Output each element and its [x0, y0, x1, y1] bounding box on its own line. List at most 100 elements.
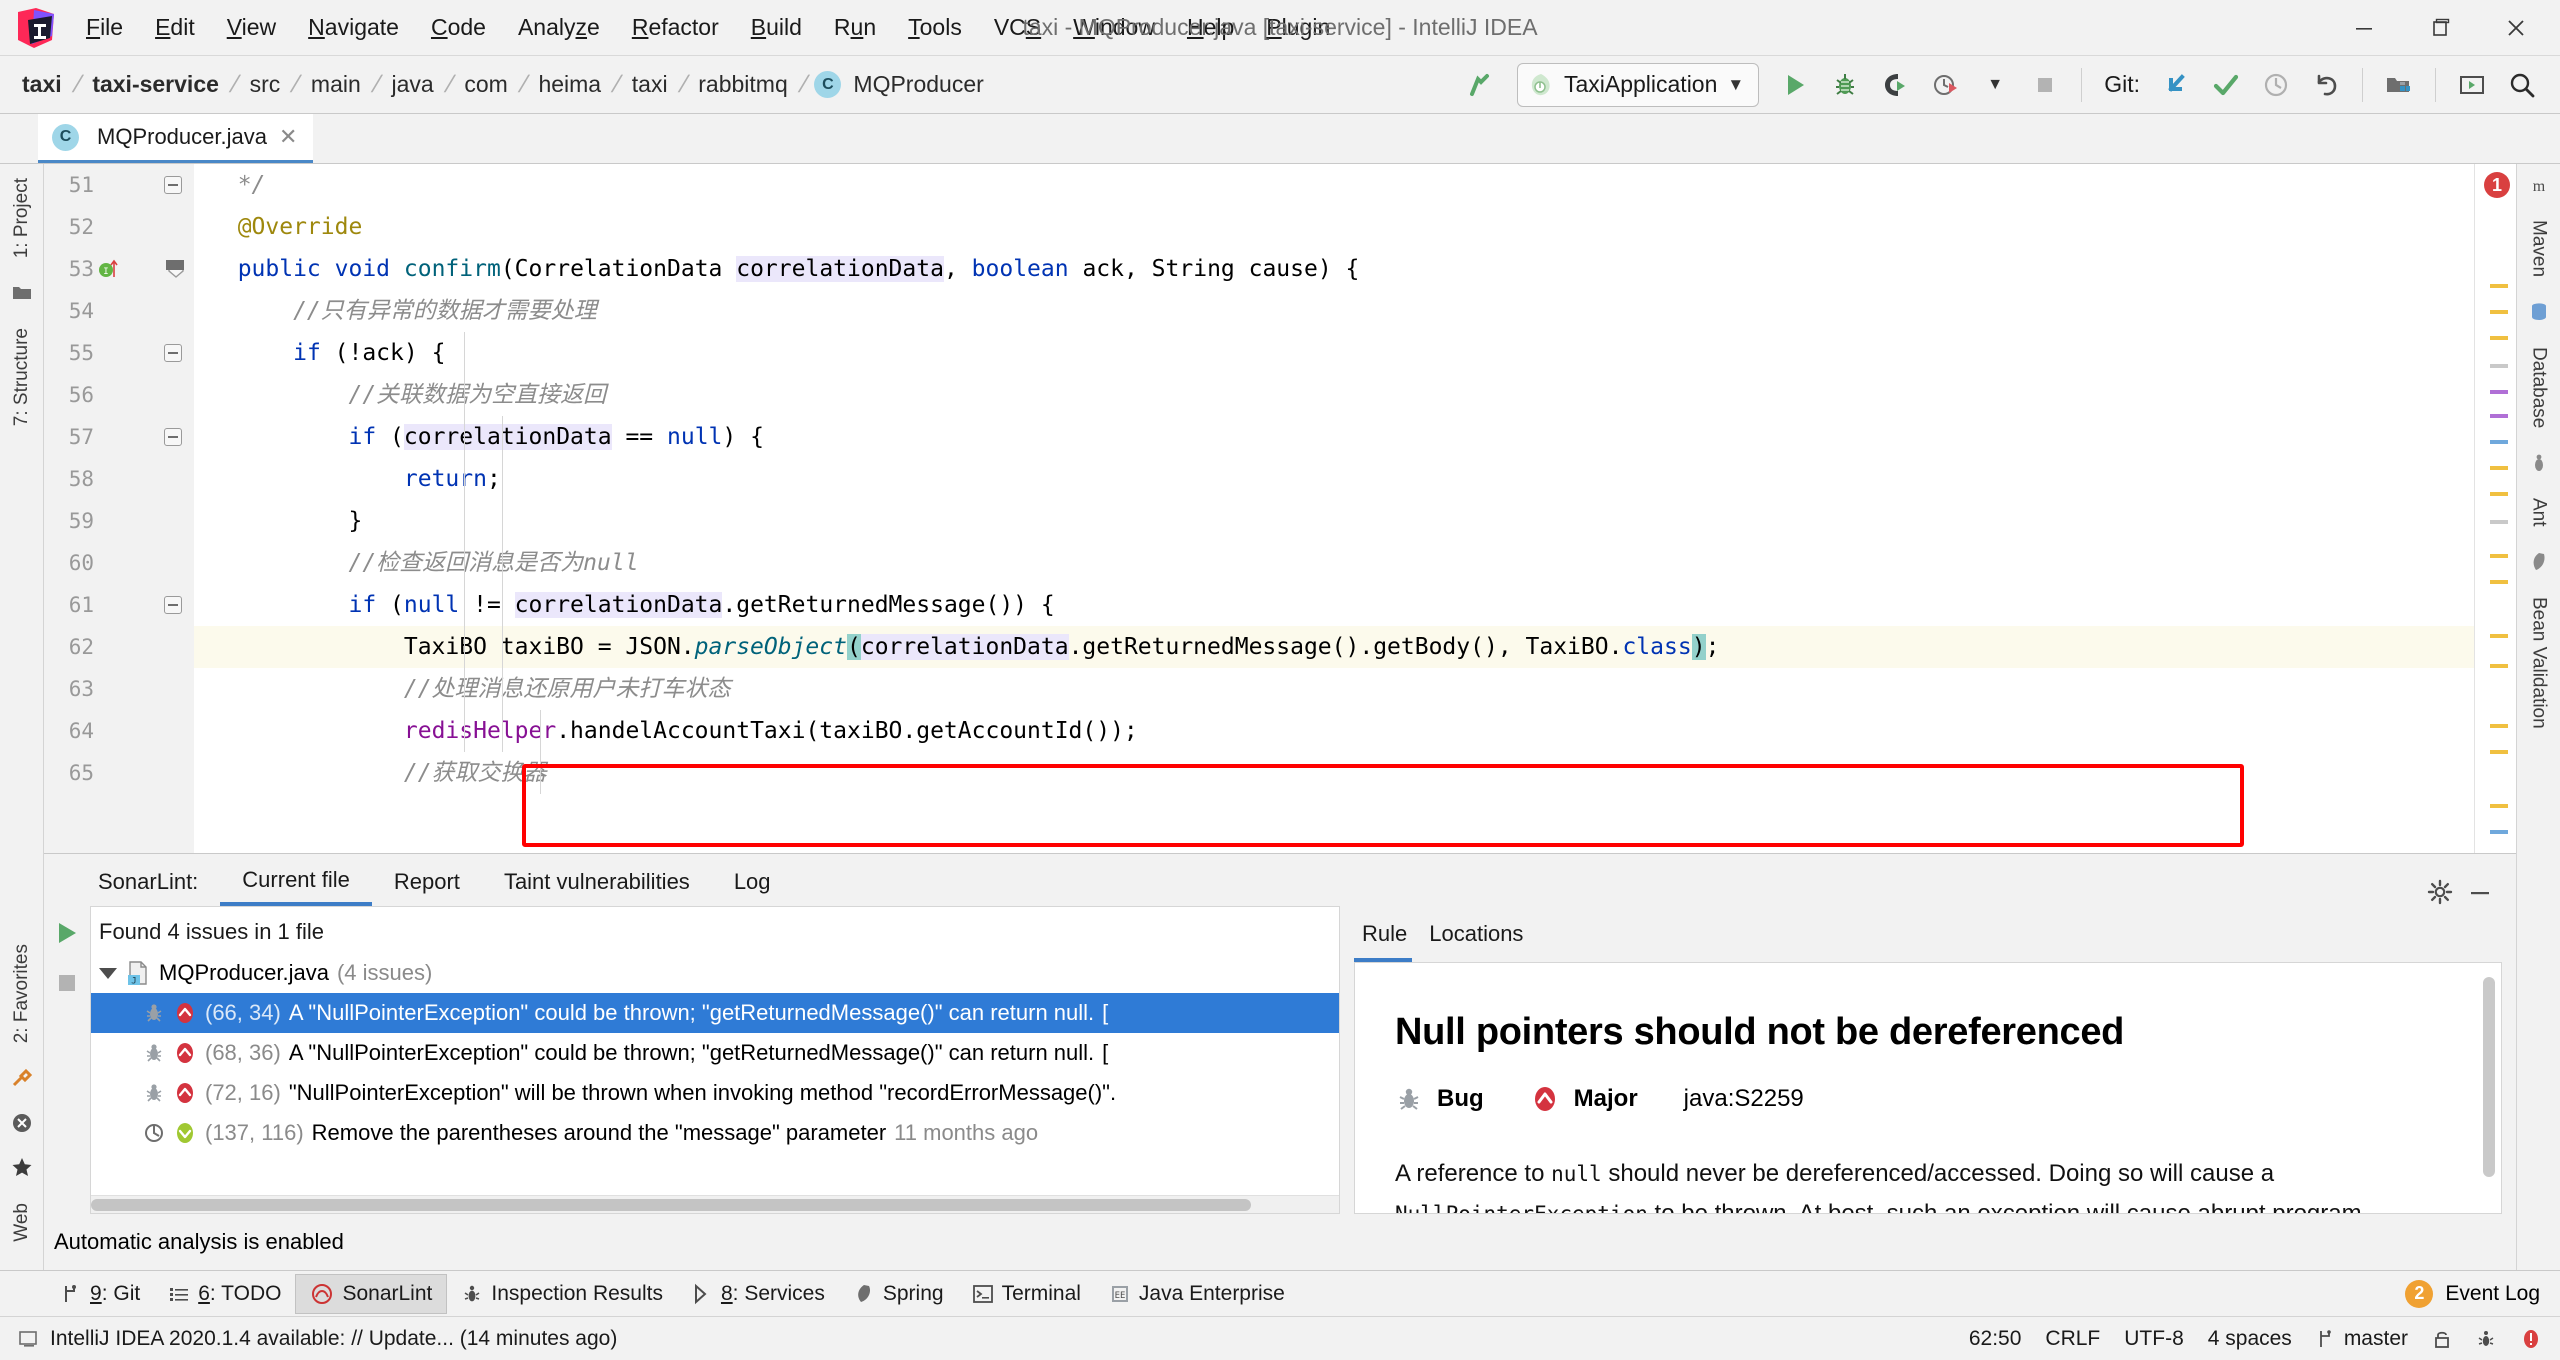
run-analysis-icon[interactable]: [54, 920, 80, 946]
git-update-project-icon[interactable]: [2152, 61, 2200, 109]
sidebar-item-bean-validation[interactable]: Bean Validation: [2528, 583, 2550, 743]
issue-row-2[interactable]: (68, 36) A "NullPointerException" could …: [91, 1033, 1339, 1073]
issue-list-pane[interactable]: Found 4 issues in 1 file J: [90, 906, 1340, 1214]
profile-dropdown-icon[interactable]: ▼: [1971, 61, 2019, 109]
event-log-label[interactable]: Event Log: [2445, 1282, 2540, 1306]
menu-file[interactable]: FFileile: [70, 8, 139, 47]
close-button[interactable]: [2478, 0, 2554, 56]
sidebar-item-ant[interactable]: Ant: [2528, 484, 2550, 541]
fold-marker[interactable]: [164, 176, 182, 194]
chevron-down-icon[interactable]: ▼: [1727, 75, 1744, 95]
close-icon[interactable]: ✕: [277, 124, 299, 150]
minimize-button[interactable]: [2326, 0, 2402, 56]
terminal-icon[interactable]: [2448, 61, 2496, 109]
sidebar-item-favorites[interactable]: 2: Favorites: [11, 930, 33, 1057]
tool-window-terminal[interactable]: Terminal: [958, 1274, 1095, 1314]
run-with-coverage-button[interactable]: [1871, 61, 1919, 109]
tab-log[interactable]: Log: [712, 858, 793, 906]
chevron-down-icon[interactable]: [99, 968, 117, 979]
git-commit-icon[interactable]: [2202, 61, 2250, 109]
tab-report[interactable]: Report: [372, 858, 482, 906]
fold-marker[interactable]: [164, 596, 182, 614]
breadcrumb-item-taxi-pkg[interactable]: taxi: [628, 69, 672, 100]
tab-locations[interactable]: Locations: [1429, 921, 1523, 947]
issue-list-hscrollbar[interactable]: [91, 1195, 1339, 1213]
menu-window[interactable]: Window: [1057, 8, 1171, 47]
profile-button[interactable]: [1921, 61, 1969, 109]
tool-window-sonarlint[interactable]: SonarLint: [295, 1274, 447, 1314]
editor-gutter[interactable]: 51 52 53 I: [44, 164, 194, 853]
issue-file-node[interactable]: J MQProducer.java (4 issues): [91, 953, 1339, 993]
file-encoding[interactable]: UTF-8: [2124, 1327, 2184, 1351]
menu-help[interactable]: Help: [1171, 8, 1250, 47]
tool-window-spring[interactable]: Spring: [839, 1274, 958, 1314]
maximize-button[interactable]: [2402, 0, 2478, 56]
menu-view[interactable]: View: [211, 8, 292, 47]
sidebar-item-database[interactable]: Database: [2528, 333, 2550, 442]
code-text-area[interactable]: */ @Override public void confirm(Correla…: [194, 164, 2474, 853]
sidebar-item-maven[interactable]: Maven: [2528, 206, 2550, 291]
menu-analyze[interactable]: Analyze: [502, 8, 616, 47]
issue-tree[interactable]: Found 4 issues in 1 file J: [91, 907, 1339, 1195]
build-tools-icon[interactable]: [10, 1067, 34, 1091]
tool-window-services[interactable]: 8: Services: [677, 1274, 839, 1314]
breadcrumb-item-main[interactable]: main: [307, 69, 365, 100]
rule-content[interactable]: Null pointers should not be dereferenced: [1354, 962, 2502, 1214]
build-project-icon[interactable]: [1457, 61, 1505, 109]
minimize-icon[interactable]: [2466, 878, 2494, 906]
stop-button[interactable]: [2021, 61, 2069, 109]
run-configuration-selector[interactable]: TaxiApplication ▼: [1517, 63, 1759, 107]
menu-build[interactable]: Build: [735, 8, 818, 47]
git-branch-widget[interactable]: master: [2316, 1327, 2408, 1351]
status-message[interactable]: IntelliJ IDEA 2020.1.4 available: // Upd…: [50, 1327, 617, 1351]
run-button[interactable]: [1771, 61, 1819, 109]
menu-run[interactable]: Run: [818, 8, 892, 47]
tab-taint-vulnerabilities[interactable]: Taint vulnerabilities: [482, 858, 712, 906]
search-everywhere-icon[interactable]: [2498, 61, 2546, 109]
issue-row-4[interactable]: (137, 116) Remove the parentheses around…: [91, 1113, 1339, 1153]
sidebar-item-structure[interactable]: 7: Structure: [11, 314, 33, 440]
scrollbar-thumb[interactable]: [91, 1199, 1251, 1211]
cancel-icon[interactable]: [10, 1111, 34, 1135]
fold-marker[interactable]: [164, 428, 182, 446]
issue-row-1[interactable]: (66, 34) A "NullPointerException" could …: [91, 993, 1339, 1033]
lock-icon[interactable]: [2432, 1328, 2452, 1350]
editor-tab-mqproducer[interactable]: C MQProducer.java ✕: [38, 114, 313, 163]
code-editor[interactable]: 51 52 53 I: [44, 164, 2516, 854]
rule-scrollbar-thumb[interactable]: [2483, 977, 2495, 1177]
favorites-star-icon[interactable]: [10, 1155, 34, 1179]
tool-window-todo[interactable]: 6: TODO: [154, 1274, 295, 1314]
tab-rule[interactable]: Rule: [1362, 921, 1407, 947]
git-history-icon[interactable]: [2252, 61, 2300, 109]
breadcrumb-item-com[interactable]: com: [460, 69, 511, 100]
breadcrumb-item-src[interactable]: src: [246, 69, 285, 100]
debug-button[interactable]: [1821, 61, 1869, 109]
indent-setting[interactable]: 4 spaces: [2208, 1327, 2292, 1351]
tool-window-inspection-results[interactable]: Inspection Results: [447, 1274, 677, 1314]
menu-code[interactable]: Code: [415, 8, 502, 47]
sidebar-item-web[interactable]: Web: [11, 1189, 33, 1256]
menu-tools[interactable]: Tools: [892, 8, 978, 47]
project-structure-icon[interactable]: [2375, 61, 2423, 109]
line-separator[interactable]: CRLF: [2045, 1327, 2100, 1351]
tab-current-file[interactable]: Current file: [220, 858, 372, 906]
inspections-icon[interactable]: [2476, 1328, 2496, 1350]
menu-plugin[interactable]: Plugin: [1250, 8, 1346, 47]
tool-window-git[interactable]: 9: Git: [46, 1274, 154, 1314]
error-icon[interactable]: [2520, 1328, 2542, 1350]
breadcrumb-item-mqproducer[interactable]: MQProducer: [849, 69, 987, 100]
stop-analysis-icon[interactable]: [54, 970, 80, 996]
breadcrumb-item-java[interactable]: java: [387, 69, 437, 100]
error-count-badge[interactable]: 1: [2484, 172, 2510, 198]
menu-refactor[interactable]: Refactor: [616, 8, 735, 47]
implementing-method-icon[interactable]: I: [98, 257, 122, 281]
menu-vcs[interactable]: VCS: [978, 8, 1057, 47]
gear-icon[interactable]: [2426, 878, 2454, 906]
git-rollback-icon[interactable]: [2302, 61, 2350, 109]
editor-marker-strip[interactable]: 1: [2474, 164, 2516, 853]
issue-row-3[interactable]: (72, 16) "NullPointerException" will be …: [91, 1073, 1339, 1113]
menu-navigate[interactable]: Navigate: [292, 8, 415, 47]
fold-marker-collapsible[interactable]: [166, 260, 184, 278]
breadcrumb-item-taxi-service[interactable]: taxi-service: [88, 69, 223, 100]
breadcrumb-item-rabbitmq[interactable]: rabbitmq: [694, 69, 791, 100]
